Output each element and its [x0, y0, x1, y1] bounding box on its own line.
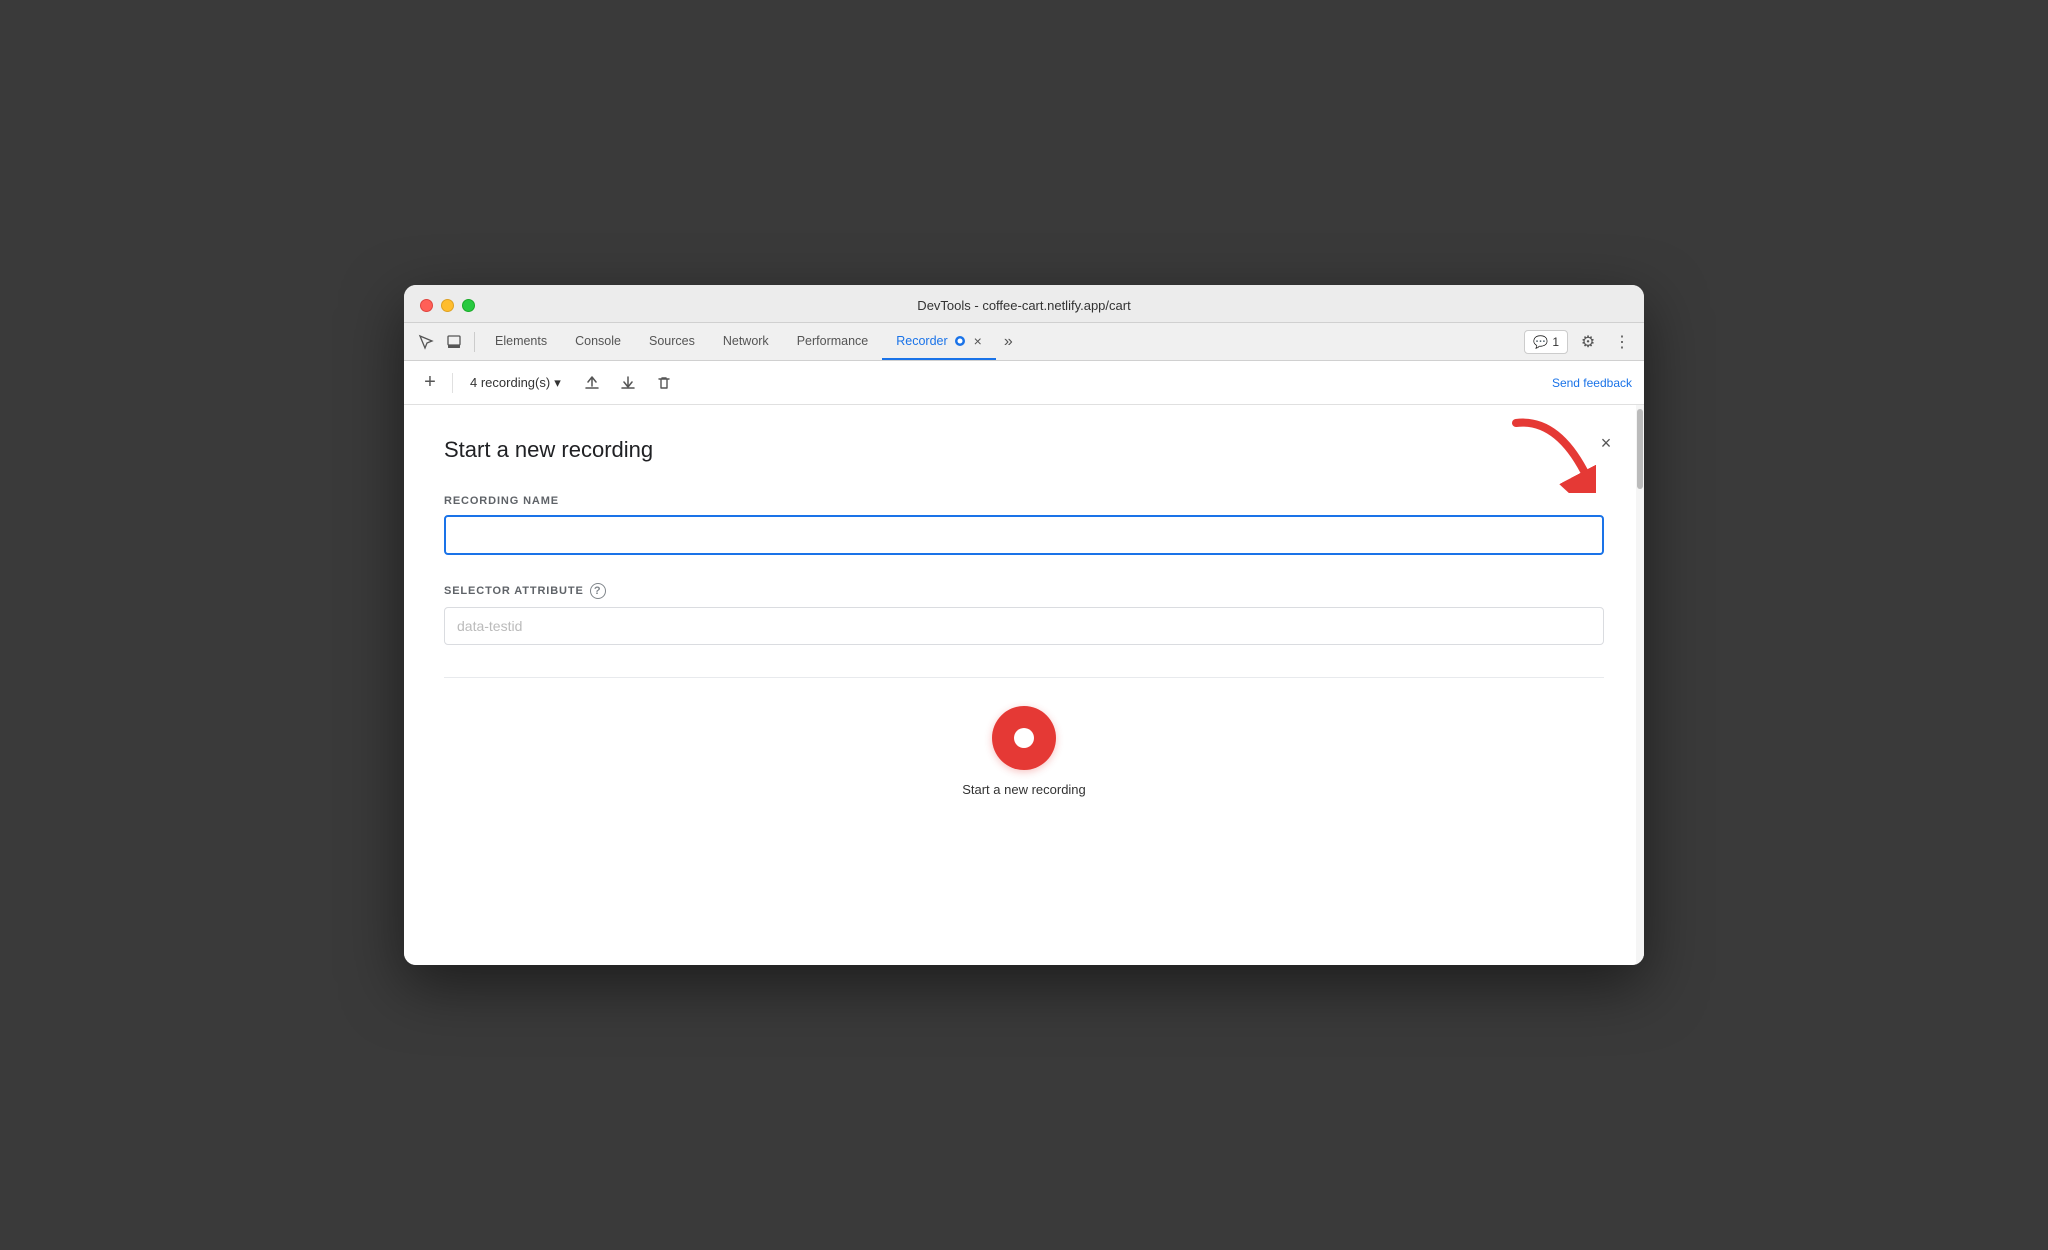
send-feedback-link[interactable]: Send feedback — [1552, 376, 1632, 390]
recording-selector-dropdown[interactable]: 4 recording(s) ▾ — [461, 370, 570, 396]
tab-elements[interactable]: Elements — [481, 323, 561, 360]
scrollbar[interactable] — [1636, 405, 1644, 965]
import-button[interactable] — [614, 369, 642, 397]
cursor-tool-button[interactable] — [412, 328, 440, 356]
traffic-lights — [420, 299, 475, 312]
recording-name-input[interactable] — [444, 515, 1604, 555]
tab-network[interactable]: Network — [709, 323, 783, 360]
selector-attribute-input[interactable] — [444, 607, 1604, 645]
panel-title: Start a new recording — [444, 437, 1604, 463]
tab-recorder[interactable]: Recorder × — [882, 323, 996, 360]
section-divider — [444, 677, 1604, 678]
tab-list: Elements Console Sources Network Perform… — [481, 323, 1524, 360]
settings-button[interactable]: ⚙ — [1574, 328, 1602, 356]
more-icon: ⋮ — [1614, 332, 1630, 352]
titlebar: DevTools - coffee-cart.netlify.app/cart — [404, 285, 1644, 323]
close-button[interactable] — [420, 299, 433, 312]
gear-icon: ⚙ — [1581, 332, 1595, 352]
delete-recording-button[interactable] — [650, 369, 678, 397]
more-tabs-button[interactable]: » — [996, 323, 1021, 360]
import-icon — [620, 375, 636, 391]
close-icon: × — [1601, 433, 1612, 454]
tab-performance[interactable]: Performance — [783, 323, 883, 360]
dock-toggle-button[interactable] — [440, 328, 468, 356]
minimize-button[interactable] — [441, 299, 454, 312]
window-title: DevTools - coffee-cart.netlify.app/cart — [917, 298, 1130, 313]
maximize-button[interactable] — [462, 299, 475, 312]
feedback-badge-button[interactable]: 💬 1 — [1524, 330, 1568, 354]
selector-attribute-label: SELECTOR ATTRIBUTE ? — [444, 583, 1604, 599]
recorder-divider — [452, 373, 453, 393]
devtools-toolbar: Elements Console Sources Network Perform… — [404, 323, 1644, 361]
tab-recorder-close-icon[interactable]: × — [974, 333, 982, 349]
selector-attribute-field: SELECTOR ATTRIBUTE ? — [444, 583, 1604, 645]
toolbar-divider-1 — [474, 332, 475, 352]
help-icon[interactable]: ? — [590, 583, 606, 599]
devtools-window: DevTools - coffee-cart.netlify.app/cart … — [404, 285, 1644, 965]
record-button-label: Start a new recording — [962, 782, 1086, 797]
record-dot-icon — [1014, 728, 1034, 748]
recorder-active-icon — [953, 334, 967, 348]
close-panel-button[interactable]: × — [1592, 429, 1620, 457]
scrollbar-thumb[interactable] — [1637, 409, 1643, 489]
chevron-down-icon: ▾ — [554, 375, 561, 391]
main-panel: × Start a new recording RECORDING NAME S… — [404, 405, 1644, 965]
toolbar-right: 💬 1 ⚙ ⋮ — [1524, 328, 1636, 356]
record-action-area: Start a new recording — [444, 706, 1604, 817]
export-button[interactable] — [578, 369, 606, 397]
add-recording-button[interactable]: + — [416, 369, 444, 397]
recording-name-label: RECORDING NAME — [444, 495, 1604, 507]
tab-sources[interactable]: Sources — [635, 323, 709, 360]
recorder-toolbar: + 4 recording(s) ▾ — [404, 361, 1644, 405]
start-recording-button[interactable] — [992, 706, 1056, 770]
badge-icon: 💬 — [1533, 335, 1548, 349]
tab-console[interactable]: Console — [561, 323, 635, 360]
recording-name-field: RECORDING NAME — [444, 495, 1604, 583]
delete-icon — [656, 375, 672, 391]
export-icon — [584, 375, 600, 391]
more-options-button[interactable]: ⋮ — [1608, 328, 1636, 356]
